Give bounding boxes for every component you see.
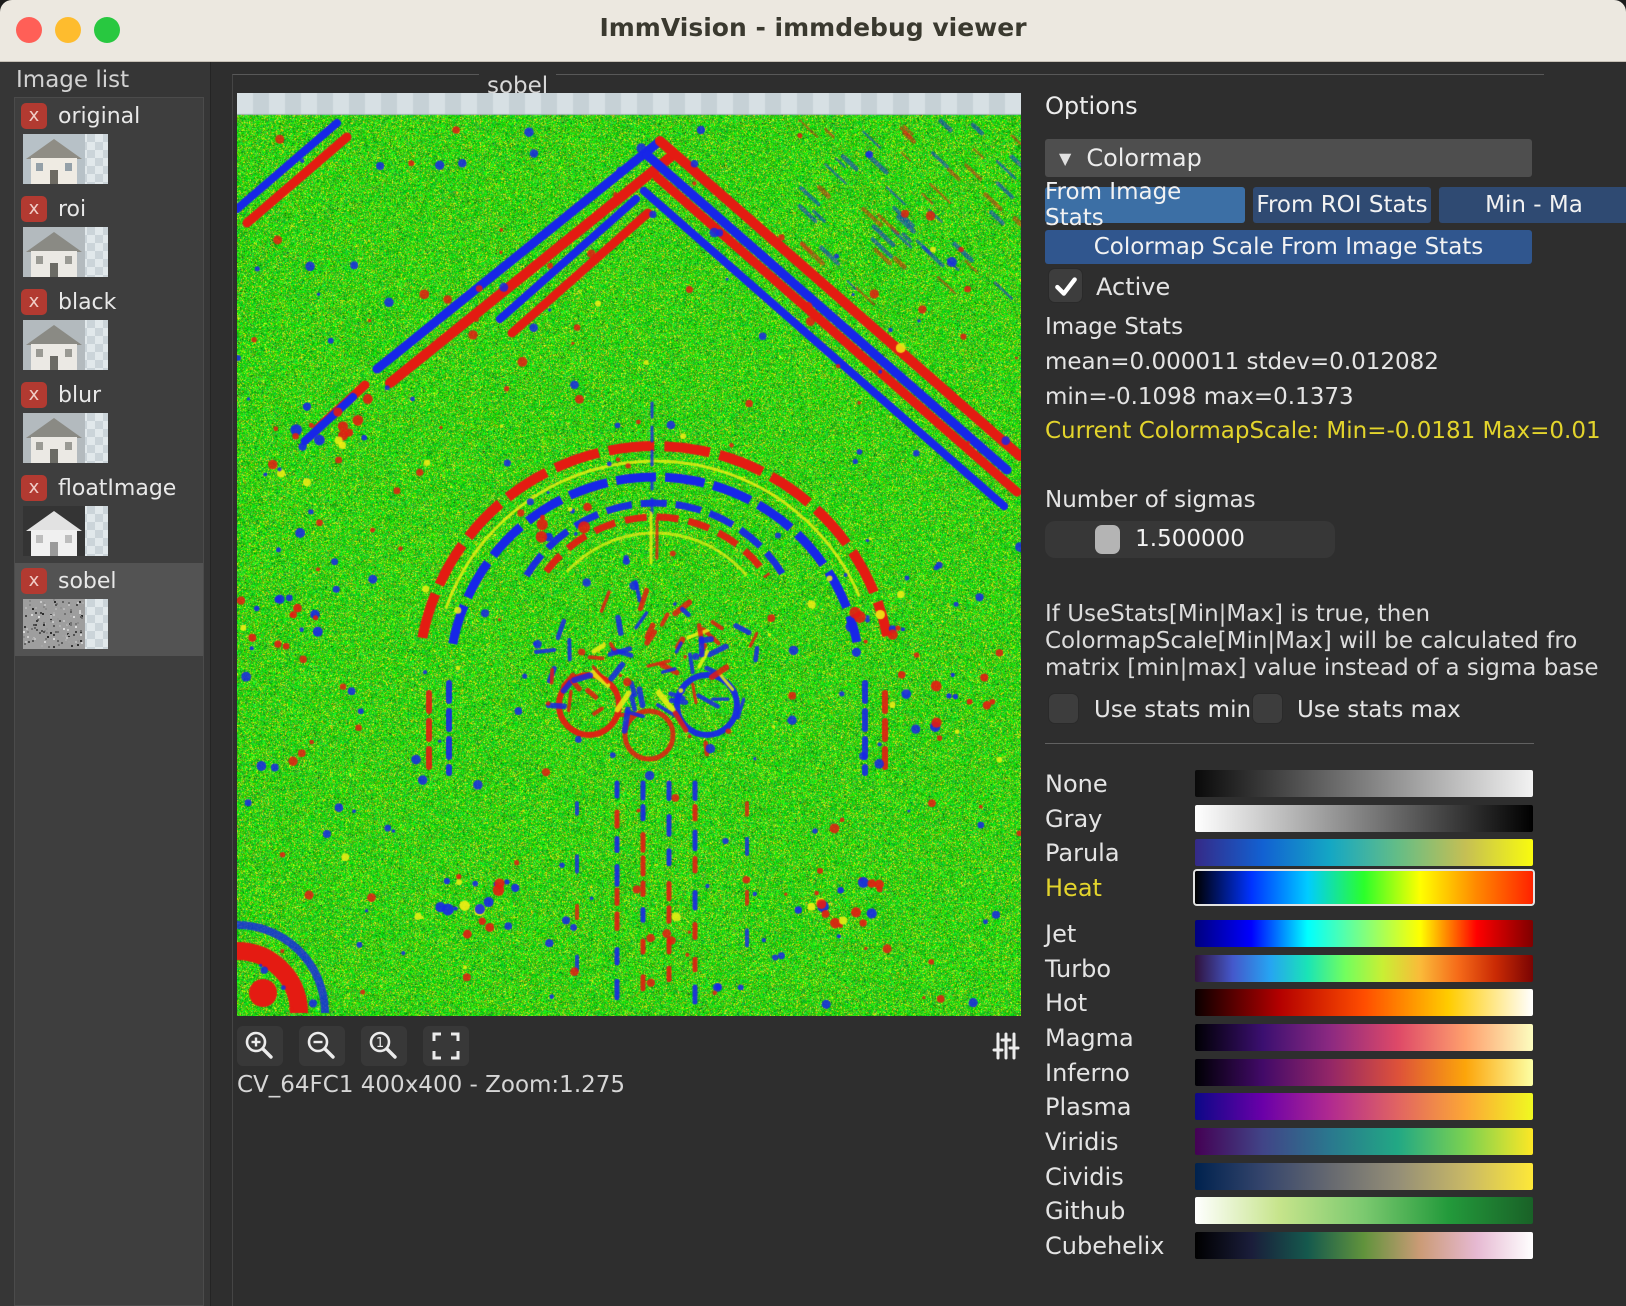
colormap-gradient-preview[interactable] — [1195, 1232, 1533, 1259]
colormap-name: Cubehelix — [1045, 1232, 1164, 1260]
colormap-option-magma[interactable]: Magma — [1045, 1024, 1534, 1052]
colormap-gradient-preview[interactable] — [1195, 1197, 1533, 1224]
colormap-option-plasma[interactable]: Plasma — [1045, 1093, 1534, 1121]
colormap-option-inferno[interactable]: Inferno — [1045, 1059, 1534, 1087]
colormap-option-jet[interactable]: Jet — [1045, 920, 1534, 948]
colormap-gradient-preview[interactable] — [1195, 1059, 1533, 1086]
colormap-option-turbo[interactable]: Turbo — [1045, 955, 1534, 983]
colormap-name: Jet — [1045, 920, 1076, 948]
colormap-name: Inferno — [1045, 1059, 1130, 1087]
colormap-gradient-preview[interactable] — [1195, 1163, 1533, 1190]
colormap-gradient-preview[interactable] — [1195, 920, 1533, 947]
colormap-option-hot[interactable]: Hot — [1045, 989, 1534, 1017]
colormap-gradient-preview[interactable] — [1195, 1128, 1533, 1155]
colormap-gradient-preview[interactable] — [1195, 955, 1533, 982]
colormap-gradient-preview[interactable] — [1195, 871, 1533, 904]
colormap-name: Github — [1045, 1197, 1125, 1225]
colormap-gradient-preview[interactable] — [1195, 989, 1533, 1016]
colormap-name: Plasma — [1045, 1093, 1131, 1121]
colormap-option-heat[interactable]: Heat — [1045, 874, 1534, 902]
colormap-name: Heat — [1045, 874, 1102, 902]
colormap-gradient-preview[interactable] — [1195, 770, 1533, 797]
colormap-name: Viridis — [1045, 1128, 1119, 1156]
colormap-name: Cividis — [1045, 1163, 1124, 1191]
colormap-gradient-preview[interactable] — [1195, 805, 1533, 832]
colormap-list: None Gray Parula Heat Jet Turbo Hot Magma Infern… — [0, 62, 1626, 1306]
colormap-name: Gray — [1045, 805, 1102, 833]
colormap-option-cubehelix[interactable]: Cubehelix — [1045, 1232, 1534, 1260]
window-title: ImmVision - immdebug viewer — [0, 13, 1626, 42]
titlebar: ImmVision - immdebug viewer — [0, 0, 1626, 62]
colormap-option-github[interactable]: Github — [1045, 1197, 1534, 1225]
colormap-gradient-preview[interactable] — [1195, 1024, 1533, 1051]
app-body: Image list xoriginal xroi xblack xblur x… — [0, 62, 1626, 1306]
colormap-option-none[interactable]: None — [1045, 770, 1534, 798]
colormap-option-parula[interactable]: Parula — [1045, 839, 1534, 867]
colormap-option-gray[interactable]: Gray — [1045, 805, 1534, 833]
app-window: ImmVision - immdebug viewer Image list x… — [0, 0, 1626, 1306]
colormap-gradient-preview[interactable] — [1195, 839, 1533, 866]
colormap-name: Turbo — [1045, 955, 1111, 983]
colormap-gradient-preview[interactable] — [1195, 1093, 1533, 1120]
colormap-option-cividis[interactable]: Cividis — [1045, 1163, 1534, 1191]
colormap-name: Magma — [1045, 1024, 1134, 1052]
colormap-name: None — [1045, 770, 1108, 798]
colormap-name: Hot — [1045, 989, 1087, 1017]
colormap-option-viridis[interactable]: Viridis — [1045, 1128, 1534, 1156]
colormap-name: Parula — [1045, 839, 1120, 867]
